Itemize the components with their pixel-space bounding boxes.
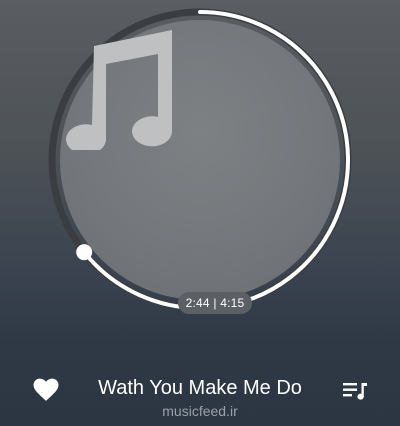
elapsed-time: 2:44 <box>185 296 210 310</box>
music-note-icon <box>66 30 172 150</box>
time-separator: | <box>213 296 217 310</box>
now-playing-screen: 2:44 | 4:15 Wath You Make Me Do musicfee… <box>0 0 400 426</box>
album-artwork-dial: 2:44 | 4:15 <box>45 5 355 315</box>
playlist-icon[interactable] <box>342 380 368 402</box>
total-duration: 4:15 <box>220 296 245 310</box>
heart-icon[interactable] <box>33 378 59 402</box>
artwork-disc: 2:44 | 4:15 <box>60 20 340 314</box>
song-title: Wath You Make Me Do <box>98 377 302 399</box>
time-display: 2:44 | 4:15 <box>178 292 252 314</box>
artist-name: musicfeed.ir <box>162 403 238 419</box>
